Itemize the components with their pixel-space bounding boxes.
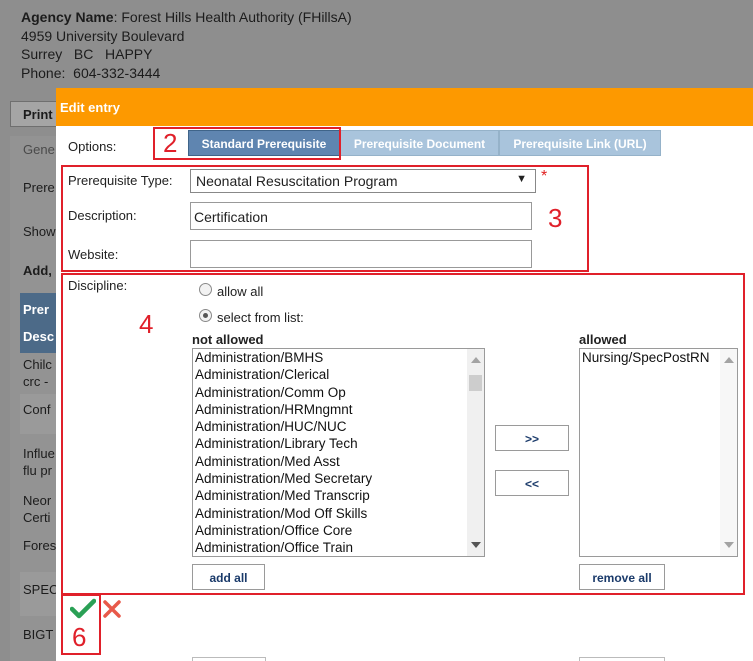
agency-city: Surrey BC HAPPY bbox=[21, 46, 153, 62]
annotation-number-4: 4 bbox=[139, 309, 154, 339]
bg-text: Gene bbox=[23, 142, 55, 157]
bg-text: Prer bbox=[23, 302, 50, 317]
bg-text: SPEC bbox=[23, 582, 59, 597]
bg-text: Prere bbox=[23, 180, 55, 195]
annotation-box-fields bbox=[61, 165, 589, 272]
bg-text: Influe bbox=[23, 446, 55, 461]
annotation-box-tabs bbox=[153, 127, 341, 160]
annotation-box-discipline bbox=[61, 273, 745, 595]
background-sidebar: Gene Prere Show Add, Prer Desc Chilc crc… bbox=[10, 136, 66, 661]
cancel-x-icon[interactable] bbox=[103, 600, 121, 618]
bg-text: Desc bbox=[23, 329, 55, 344]
bg-text: Add, bbox=[23, 263, 52, 278]
agency-phone: Phone: 604-332-3444 bbox=[21, 64, 161, 81]
tab-prerequisite-link[interactable]: Prerequisite Link (URL) bbox=[499, 130, 661, 156]
print-button[interactable]: Print bbox=[10, 101, 60, 127]
bg-text: Conf bbox=[23, 402, 51, 417]
bottom-control-partial bbox=[579, 657, 665, 661]
bg-text: Show bbox=[23, 224, 56, 239]
options-label: Options: bbox=[68, 139, 117, 154]
agency-info: Agency Name: Forest Hills Health Authori… bbox=[21, 8, 352, 82]
agency-address: 4959 University Boulevard bbox=[21, 27, 185, 44]
bg-text: Certi bbox=[23, 510, 51, 525]
annotation-number-2: 2 bbox=[163, 128, 178, 158]
annotation-number-6: 6 bbox=[72, 622, 87, 652]
dialog-title: Edit entry bbox=[56, 88, 753, 126]
bg-text: Chilc bbox=[23, 357, 52, 372]
bg-text: Fores bbox=[23, 538, 57, 553]
bg-text: flu pr bbox=[23, 463, 52, 478]
agency-name-value: : Forest Hills Health Authority (FHillsA… bbox=[113, 9, 352, 25]
bg-text: crc - bbox=[23, 374, 49, 389]
bottom-control-partial bbox=[192, 657, 266, 661]
tab-prerequisite-document[interactable]: Prerequisite Document bbox=[340, 130, 499, 156]
annotation-number-3: 3 bbox=[548, 203, 563, 233]
bg-text: Neor bbox=[23, 493, 52, 508]
agency-name-label: Agency Name bbox=[21, 9, 114, 25]
bg-text: BIGT bbox=[23, 627, 54, 642]
